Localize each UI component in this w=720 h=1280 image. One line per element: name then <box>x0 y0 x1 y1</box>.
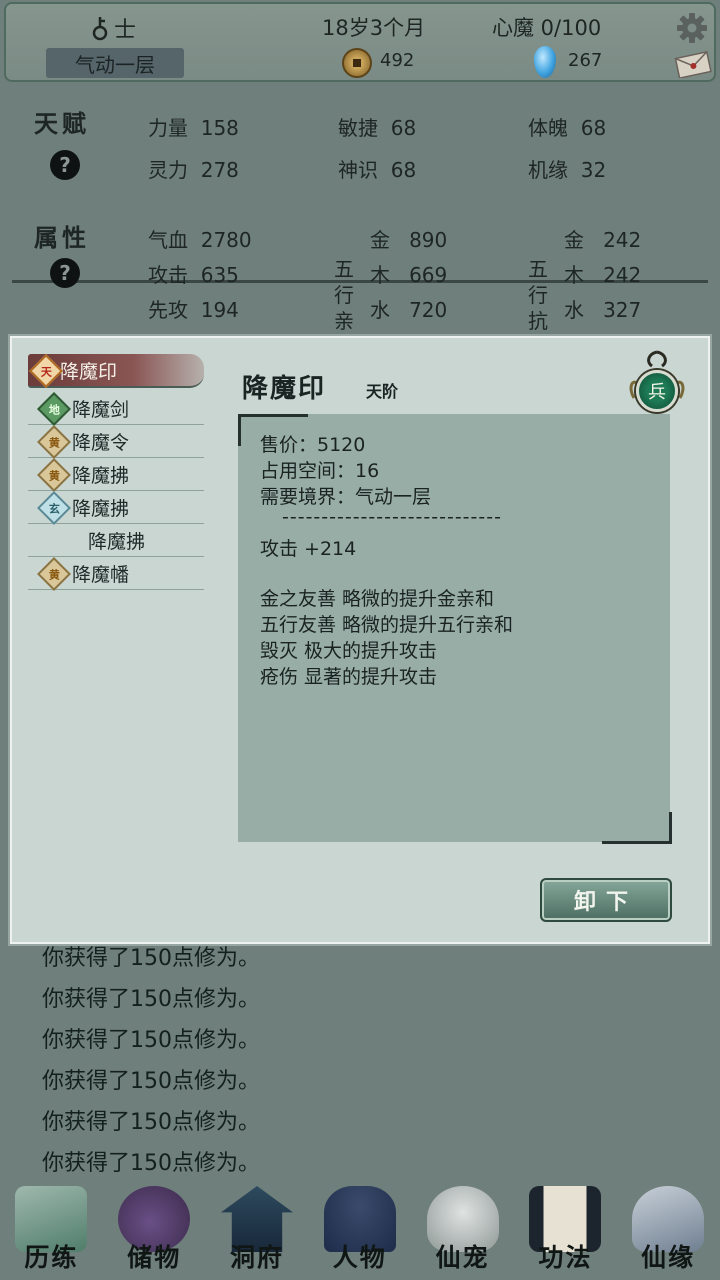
grade-di-icon: 地 <box>37 392 71 426</box>
age-text: 18岁3个月 <box>322 16 426 40</box>
grade-tian-icon: 天 <box>29 354 63 388</box>
talent-stat: 力量 158 <box>148 116 239 140</box>
effect-line: 疮伤 显著的提升攻击 <box>260 666 438 688</box>
status-bar: 士 18岁3个月 心魔 0/100 气动一层 492 267 <box>4 2 716 82</box>
mail-icon[interactable] <box>674 50 712 78</box>
attribute-stat: 先攻 194 <box>148 298 239 322</box>
effect-line: 五行友善 略微的提升五行亲和 <box>260 614 514 636</box>
resist-label: 五行抗 <box>528 257 548 333</box>
equipment-name: 降魔拂 <box>88 530 146 553</box>
nav-label: 洞府 <box>229 1243 284 1272</box>
log-line: 你获得了150点修为。 <box>42 946 260 971</box>
talent-stat: 机缘 32 <box>528 158 607 182</box>
space-text: 占用空间：16 <box>260 460 380 482</box>
log-line: 你获得了150点修为。 <box>42 1110 260 1135</box>
equipment-detail-dialog: 天 降魔印 地 降魔剑 黄 降魔令 黄 降魔拂 玄 降魔拂 降魔拂 黄 降魔幡 … <box>10 336 710 944</box>
nav-fate[interactable]: 仙缘 <box>617 1180 720 1280</box>
equipment-title: 降魔印 <box>242 374 327 404</box>
bottom-nav: 历练 储物 洞府 人物 仙宠 功法 仙缘 <box>0 1180 720 1280</box>
equipment-list: 天 降魔印 地 降魔剑 黄 降魔令 黄 降魔拂 玄 降魔拂 降魔拂 黄 降魔幡 <box>28 354 204 591</box>
nav-label: 功法 <box>538 1243 593 1272</box>
resist-stat: 水 327 <box>564 298 642 322</box>
nav-label: 人物 <box>332 1243 387 1272</box>
log-line: 你获得了150点修为。 <box>42 1069 260 1094</box>
grade-huang-icon: 黄 <box>37 557 71 591</box>
talent-stat: 灵力 278 <box>148 158 239 182</box>
coin-count: 492 <box>380 50 415 71</box>
nav-training[interactable]: 历练 <box>0 1180 103 1280</box>
equipment-name: 降魔幡 <box>72 563 130 586</box>
nav-label: 历练 <box>24 1243 79 1272</box>
talent-help-icon[interactable]: ? <box>50 150 80 180</box>
equipment-list-item[interactable]: 黄 降魔幡 <box>28 557 204 591</box>
requirement-text: 需要境界：气动一层 <box>260 486 432 508</box>
equipment-name: 降魔令 <box>72 431 130 454</box>
gem-count: 267 <box>568 50 603 71</box>
equipment-name: 降魔拂 <box>72 464 130 487</box>
attributes-title: 属性 <box>34 223 90 252</box>
nav-cave[interactable]: 洞府 <box>206 1180 309 1280</box>
heart-demon-text: 心魔 0/100 <box>492 16 602 40</box>
equipment-name: 降魔拂 <box>72 497 130 520</box>
gourd-icon <box>92 17 108 41</box>
nav-label: 仙宠 <box>435 1243 490 1272</box>
equipment-name: 降魔剑 <box>72 398 130 421</box>
log-line: 你获得了150点修为。 <box>42 1151 260 1176</box>
talent-stat: 敏捷 68 <box>338 116 417 140</box>
nav-skills[interactable]: 功法 <box>514 1180 617 1280</box>
nav-storage[interactable]: 储物 <box>103 1180 206 1280</box>
equipment-list-item[interactable]: 降魔拂 <box>28 524 204 557</box>
talent-stat: 神识 68 <box>338 158 417 182</box>
grade-huang-icon: 黄 <box>37 458 71 492</box>
rank-text: 士 <box>114 18 137 43</box>
resist-stat: 金 242 <box>564 228 642 252</box>
separator-line: ---------------------------- <box>282 506 502 528</box>
grade-xuan-icon: 玄 <box>37 491 71 525</box>
attribute-stat: 攻击 635 <box>148 263 239 287</box>
resist-stat: 木 242 <box>564 263 642 287</box>
affinity-stat: 木 669 <box>370 263 448 287</box>
equipment-list-item[interactable]: 黄 降魔令 <box>28 425 204 459</box>
message-log: 你获得了150点修为。 你获得了150点修为。 你获得了150点修为。 你获得了… <box>42 938 642 1184</box>
price-text: 售价：5120 <box>260 434 366 456</box>
equipment-list-item-selected[interactable]: 天 降魔印 <box>28 354 204 388</box>
spirit-stone-icon <box>534 46 556 78</box>
attributes-help-icon[interactable]: ? <box>50 258 80 288</box>
attack-bonus-text: 攻击 +214 <box>260 538 357 560</box>
log-line: 你获得了150点修为。 <box>42 1028 260 1053</box>
effect-line: 金之友善 略微的提升金亲和 <box>260 588 495 610</box>
equipment-tier: 天阶 <box>366 382 399 401</box>
nav-label: 储物 <box>127 1243 182 1272</box>
attribute-stat: 气血 2780 <box>148 228 252 252</box>
affinity-stat: 水 720 <box>370 298 448 322</box>
rank-display: 士 <box>90 12 136 44</box>
log-line: 你获得了150点修为。 <box>42 987 260 1012</box>
unequip-button[interactable]: 卸下 <box>540 878 672 922</box>
affinity-label: 五行亲 <box>334 257 354 333</box>
nav-label: 仙缘 <box>641 1243 696 1272</box>
equipment-name: 降魔印 <box>60 360 118 383</box>
equipment-list-item[interactable]: 地 降魔剑 <box>28 392 204 426</box>
talent-stat: 体魄 68 <box>528 116 607 140</box>
nav-character[interactable]: 人物 <box>308 1180 411 1280</box>
panel-corner <box>602 812 672 844</box>
weapon-slot-badge: 兵 <box>636 370 678 412</box>
effect-line: 毁灭 极大的提升攻击 <box>260 640 438 662</box>
nav-pet[interactable]: 仙宠 <box>411 1180 514 1280</box>
realm-badge: 气动一层 <box>46 48 184 78</box>
character-stats: 天赋 ? 力量 158 敏捷 68 体魄 68 灵力 278 神识 68 机缘 … <box>0 84 720 344</box>
talent-title: 天赋 <box>34 109 90 138</box>
gear-icon[interactable] <box>676 12 708 44</box>
equipment-list-item[interactable]: 黄 降魔拂 <box>28 458 204 492</box>
coin-icon <box>342 48 372 78</box>
equipment-list-item[interactable]: 玄 降魔拂 <box>28 491 204 525</box>
grade-huang-icon: 黄 <box>37 425 71 459</box>
affinity-stat: 金 890 <box>370 228 448 252</box>
